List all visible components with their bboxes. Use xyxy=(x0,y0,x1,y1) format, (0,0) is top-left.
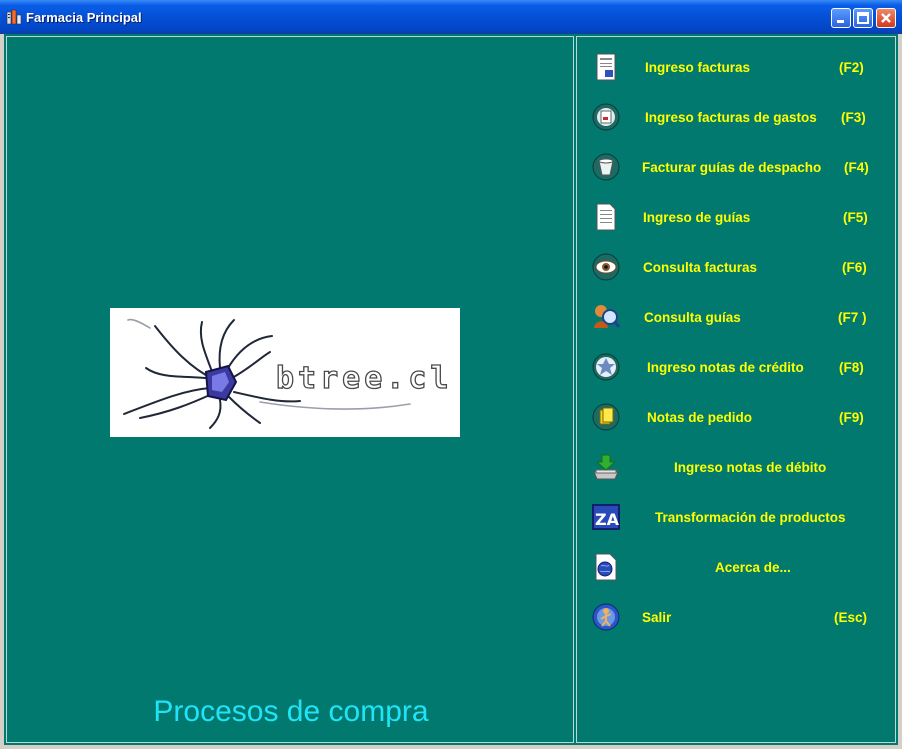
app-building-icon xyxy=(6,9,22,25)
close-button[interactable] xyxy=(876,8,896,28)
order-notes-icon xyxy=(592,403,620,431)
menu-item-consulta-guias[interactable]: Consulta guías (F7 ) xyxy=(585,297,890,339)
sort-za-icon: ZA xyxy=(592,504,620,530)
menu-item-consulta-facturas[interactable]: Consulta facturas (F6) xyxy=(585,247,890,289)
menu-shortcut: (Esc) xyxy=(834,610,868,625)
menu-label: Consulta facturas xyxy=(643,260,758,275)
window-title: Farmacia Principal xyxy=(26,10,142,25)
menu-label: Ingreso de guías xyxy=(643,210,751,225)
menu-item-notas-pedido[interactable]: Notas de pedido (F9) xyxy=(585,397,890,439)
menu-item-notas-credito[interactable]: Ingreso notas de crédito (F8) xyxy=(585,347,890,389)
menu-item-facturar-guias[interactable]: Facturar guías de despacho (F4) xyxy=(585,147,890,189)
menu-label: Consulta guías xyxy=(644,310,741,325)
menu-item-transformacion-productos[interactable]: ZA Transformación de productos xyxy=(585,497,890,539)
menu-shortcut: (F4) xyxy=(844,160,869,175)
menu-shortcut: (F2) xyxy=(839,60,864,75)
menu-shortcut: (F9) xyxy=(839,410,864,425)
menu-label: Transformación de productos xyxy=(655,510,846,525)
dispatch-bucket-icon xyxy=(592,153,620,181)
minimize-icon xyxy=(837,20,844,23)
menu-label: Notas de pedido xyxy=(647,410,753,425)
eye-icon xyxy=(592,253,620,281)
guide-document-icon xyxy=(596,203,616,231)
svg-text:ZA: ZA xyxy=(595,510,620,529)
menu-label: Acerca de... xyxy=(715,560,791,575)
menu-shortcut: (F8) xyxy=(839,360,864,375)
client-area: btree.cl Procesos de compra Ingreso fact… xyxy=(4,34,898,745)
menu-shortcut: (F3) xyxy=(841,110,866,125)
invoice-document-icon xyxy=(596,53,616,81)
maximize-button[interactable] xyxy=(853,8,873,28)
menu-label: Ingreso notas de crédito xyxy=(647,360,804,375)
menu-shortcut: (F5) xyxy=(843,210,868,225)
menu-item-ingreso-guias[interactable]: Ingreso de guías (F5) xyxy=(585,197,890,239)
section-title: Procesos de compra xyxy=(153,695,429,728)
logo-text: btree.cl xyxy=(275,360,453,396)
menu-item-acerca-de[interactable]: Acerca de... xyxy=(585,547,890,589)
exit-globe-icon xyxy=(592,603,620,631)
btree-logo: btree.cl xyxy=(110,308,460,437)
main-panel: btree.cl Procesos de compra xyxy=(6,36,574,743)
credit-note-icon xyxy=(592,353,620,381)
menu-label: Ingreso facturas de gastos xyxy=(645,110,817,125)
globe-document-icon xyxy=(595,553,617,581)
expense-invoice-icon xyxy=(592,103,620,131)
menu-label: Ingreso facturas xyxy=(645,60,751,75)
download-tray-icon xyxy=(593,454,619,480)
menu-item-ingreso-facturas[interactable]: Ingreso facturas (F2) xyxy=(585,47,890,89)
menu-label: Facturar guías de despacho xyxy=(642,160,822,175)
minimize-button[interactable] xyxy=(831,8,851,28)
menu-label: Salir xyxy=(642,610,672,625)
magnifier-person-icon xyxy=(594,305,621,328)
menu-shortcut: (F6) xyxy=(842,260,867,275)
menu-item-ingreso-facturas-gastos[interactable]: Ingreso facturas de gastos (F3) xyxy=(585,97,890,139)
close-icon xyxy=(881,13,891,23)
menu-shortcut: (F7 ) xyxy=(838,310,867,325)
menu-label: Ingreso notas de débito xyxy=(674,460,827,475)
menu-item-salir[interactable]: Salir (Esc) xyxy=(585,597,890,639)
maximize-icon xyxy=(857,12,869,24)
menu-panel: Ingreso facturas (F2) Ingreso facturas d… xyxy=(576,36,896,743)
menu-item-notas-debito[interactable]: Ingreso notas de débito xyxy=(585,447,890,489)
title-bar[interactable]: Farmacia Principal xyxy=(0,0,902,34)
